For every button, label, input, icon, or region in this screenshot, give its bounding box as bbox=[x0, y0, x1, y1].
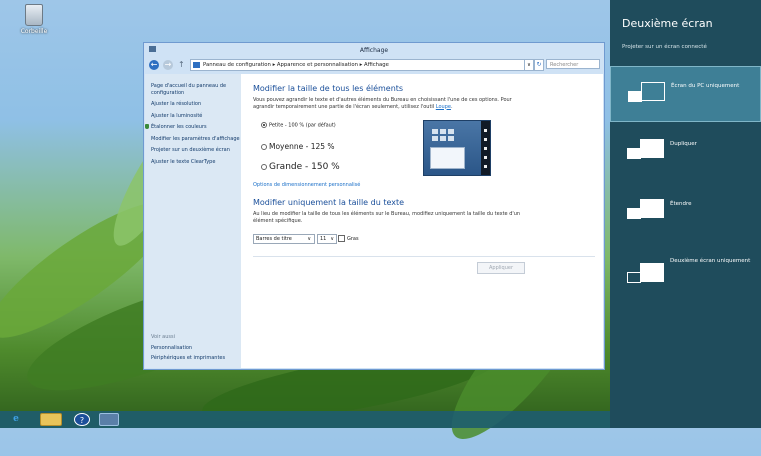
apply-button[interactable]: Appliquer bbox=[477, 262, 525, 274]
file-explorer-icon[interactable] bbox=[40, 413, 62, 426]
sidebar-item-home[interactable]: Page d'accueil du panneau de configurati… bbox=[151, 83, 241, 96]
project-option-extend-label: Étendre bbox=[670, 201, 692, 207]
size-option-medium-label: Moyenne - 125 % bbox=[269, 142, 335, 151]
address-dropdown-icon[interactable]: ∨ bbox=[524, 59, 534, 71]
font-size-select[interactable]: 11 ∨ bbox=[317, 234, 337, 244]
custom-sizing-link[interactable]: Options de dimensionnement personnalisé bbox=[253, 182, 360, 188]
second-screen-icon bbox=[641, 82, 665, 101]
search-input[interactable]: Rechercher bbox=[546, 59, 600, 69]
forward-arrow-icon[interactable]: → bbox=[163, 60, 173, 70]
address-text: Panneau de configuration ▸ Apparence et … bbox=[203, 62, 389, 68]
control-panel-icon bbox=[193, 62, 200, 68]
address-row: ← → ↑ Panneau de configuration ▸ Apparen… bbox=[144, 57, 604, 73]
pc-screen-icon bbox=[628, 91, 642, 102]
pc-screen-icon bbox=[627, 148, 641, 159]
panel-subtitle: Projeter sur un écran connecté bbox=[622, 44, 707, 50]
bold-label: Gras bbox=[347, 236, 359, 242]
project-option-second-only-label: Deuxième écran uniquement bbox=[670, 258, 751, 264]
radio-icon bbox=[261, 163, 267, 170]
control-panel-window: Affichage ← → ↑ Panneau de configuration… bbox=[143, 42, 605, 370]
second-screen-icon bbox=[640, 199, 664, 218]
control-panel-taskbar-icon[interactable] bbox=[99, 413, 119, 426]
second-screen-icon bbox=[640, 139, 664, 158]
internet-explorer-icon[interactable]: e bbox=[8, 413, 24, 426]
loupe-link[interactable]: Loupe bbox=[436, 104, 451, 110]
element-select[interactable]: Barres de titre ∨ bbox=[253, 234, 315, 244]
up-arrow-icon[interactable]: ↑ bbox=[178, 60, 185, 69]
see-also-label: Voir aussi bbox=[151, 334, 175, 340]
element-select-value: Barres de titre bbox=[256, 236, 292, 242]
project-option-pc-only-label: Écran du PC uniquement bbox=[671, 83, 740, 89]
page-description: Vous pouvez agrandir le texte et d'autre… bbox=[253, 97, 512, 110]
radio-icon bbox=[261, 144, 267, 150]
project-option-pc-only[interactable]: Écran du PC uniquement bbox=[610, 66, 761, 122]
page-title: Modifier la taille de tous les éléments bbox=[253, 84, 404, 93]
font-size-select-value: 11 bbox=[320, 236, 327, 242]
window-title: Affichage bbox=[359, 47, 389, 54]
chevron-down-icon: ∨ bbox=[307, 236, 311, 242]
radio-selected-icon bbox=[261, 122, 267, 128]
window-content: Page d'accueil du panneau de configurati… bbox=[145, 74, 603, 368]
size-option-small-label: Petite - 100 % (par défaut) bbox=[269, 122, 336, 129]
project-option-second-only[interactable]: Deuxième écran uniquement bbox=[610, 248, 761, 304]
main-panel: Modifier la taille de tous les éléments … bbox=[241, 74, 603, 368]
text-size-heading: Modifier uniquement la taille du texte bbox=[253, 198, 405, 207]
size-preview-image bbox=[423, 120, 491, 176]
sidebar-item-display-settings[interactable]: Modifier les paramètres d'affichage bbox=[151, 136, 241, 143]
title-bar[interactable]: Affichage bbox=[144, 43, 604, 57]
size-option-small[interactable]: Petite - 100 % (par défaut) bbox=[261, 122, 336, 129]
second-screen-icon bbox=[640, 263, 664, 282]
sidebar-item-resolution[interactable]: Ajuster la résolution bbox=[151, 101, 241, 108]
back-arrow-icon[interactable]: ← bbox=[149, 60, 159, 70]
second-screen-panel: Deuxième écran Projeter sur un écran con… bbox=[610, 0, 761, 428]
project-option-extend[interactable]: Étendre bbox=[610, 186, 761, 242]
divider bbox=[253, 256, 595, 257]
sidebar-link-devices[interactable]: Périphériques et imprimantes bbox=[151, 355, 225, 361]
help-icon[interactable]: ? bbox=[74, 413, 90, 426]
recycle-bin-icon[interactable]: Corbeille bbox=[14, 4, 54, 35]
sidebar: Page d'accueil du panneau de configurati… bbox=[145, 74, 241, 368]
size-option-large-label: Grande - 150 % bbox=[269, 162, 340, 172]
chevron-down-icon: ∨ bbox=[330, 236, 334, 242]
project-option-duplicate[interactable]: Dupliquer bbox=[610, 126, 761, 182]
pc-screen-icon bbox=[627, 208, 641, 219]
address-bar[interactable]: Panneau de configuration ▸ Apparence et … bbox=[190, 59, 534, 71]
help-icon-label: ? bbox=[79, 416, 85, 425]
checkbox-icon bbox=[338, 235, 345, 242]
size-option-large[interactable]: Grande - 150 % bbox=[261, 162, 340, 172]
pc-screen-icon bbox=[627, 272, 641, 283]
recycle-bin-label: Corbeille bbox=[20, 28, 48, 35]
size-option-medium[interactable]: Moyenne - 125 % bbox=[261, 142, 335, 151]
text-size-description: Au lieu de modifier la taille de tous le… bbox=[253, 211, 521, 224]
sidebar-item-cleartype[interactable]: Ajuster le texte ClearType bbox=[151, 159, 241, 166]
sidebar-item-calibrate[interactable]: Étalonner les couleurs bbox=[145, 124, 241, 131]
refresh-icon[interactable]: ↻ bbox=[534, 59, 544, 71]
sidebar-link-personalization[interactable]: Personnalisation bbox=[151, 345, 192, 351]
sidebar-item-second-screen[interactable]: Projeter sur un deuxième écran bbox=[151, 147, 241, 154]
project-option-duplicate-label: Dupliquer bbox=[670, 141, 697, 147]
description-text: Vous pouvez agrandir le texte et d'autre… bbox=[253, 97, 512, 110]
bold-checkbox[interactable]: Gras bbox=[338, 235, 359, 242]
panel-title: Deuxième écran bbox=[622, 17, 713, 30]
taskbar: e ? bbox=[0, 411, 610, 428]
sidebar-item-brightness[interactable]: Ajuster la luminosité bbox=[151, 113, 241, 120]
